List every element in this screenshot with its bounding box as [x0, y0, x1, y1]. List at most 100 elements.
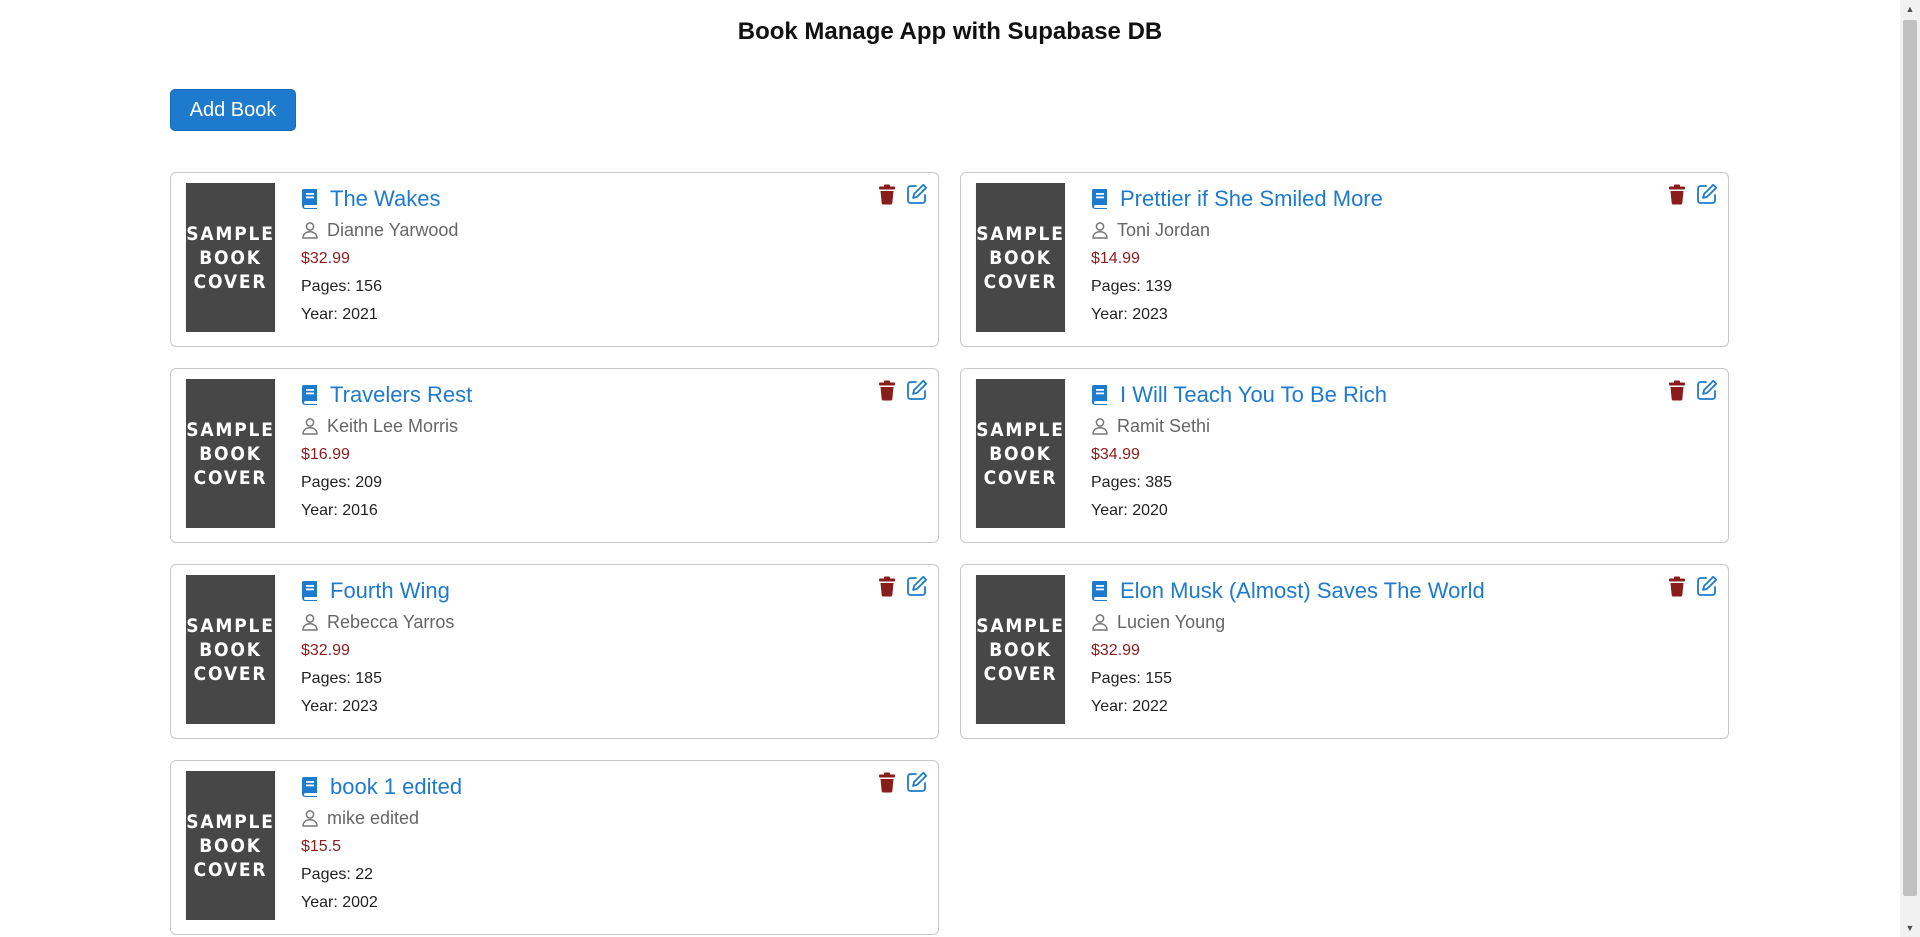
book-info: Fourth Wing Rebecca Yarros $32.99 Pages:… — [301, 575, 928, 721]
book-year: Year: 2002 — [301, 889, 928, 917]
edit-icon[interactable] — [1696, 575, 1718, 597]
book-pages: Pages: 385 — [1091, 469, 1718, 497]
book-info: Elon Musk (Almost) Saves The World Lucie… — [1091, 575, 1718, 721]
book-info: The Wakes Dianne Yarwood $32.99 Pages: 1… — [301, 183, 928, 329]
book-card: SAMPLE BOOK COVER book 1 edited mike edi… — [170, 760, 939, 935]
book-year: Year: 2021 — [301, 301, 928, 329]
person-icon — [1092, 418, 1108, 435]
book-cover-image: SAMPLE BOOK COVER — [975, 575, 1066, 724]
year-value: 2021 — [342, 306, 378, 323]
book-title-link[interactable]: Prettier if She Smiled More — [1120, 186, 1383, 212]
book-author-row: Keith Lee Morris — [301, 411, 928, 441]
book-card: SAMPLE BOOK COVER The Wakes Dianne Yarwo… — [170, 172, 939, 347]
card-actions — [1666, 379, 1718, 401]
trash-icon[interactable] — [876, 379, 898, 401]
book-author-row: Dianne Yarwood — [301, 215, 928, 245]
pages-value: 155 — [1145, 670, 1172, 687]
book-price: $34.99 — [1091, 446, 1140, 463]
cover-text-line: SAMPLE — [976, 614, 1065, 637]
trash-icon[interactable] — [1666, 379, 1688, 401]
edit-icon[interactable] — [1696, 379, 1718, 401]
person-icon — [302, 810, 318, 827]
book-pages: Pages: 155 — [1091, 665, 1718, 693]
scrollbar-thumb[interactable] — [1903, 20, 1917, 896]
cover-text-line: BOOK — [989, 638, 1052, 661]
pages-value: 22 — [355, 866, 374, 883]
trash-icon[interactable] — [1666, 575, 1688, 597]
book-title-row: Travelers Rest — [301, 379, 928, 411]
book-title-row: Prettier if She Smiled More — [1091, 183, 1718, 215]
book-card: SAMPLE BOOK COVER I Will Teach You To Be… — [960, 368, 1729, 543]
book-icon — [1092, 189, 1107, 209]
book-cover-image: SAMPLE BOOK COVER — [185, 183, 276, 332]
scroll-down-arrow-icon[interactable]: ▼ — [1900, 919, 1920, 937]
year-label: Year: — [301, 306, 343, 323]
book-pages: Pages: 185 — [301, 665, 928, 693]
year-label: Year: — [301, 502, 343, 519]
book-icon — [302, 189, 317, 209]
book-pages: Pages: 156 — [301, 273, 928, 301]
edit-icon[interactable] — [906, 183, 928, 205]
person-icon — [1092, 222, 1108, 239]
pages-label: Pages: — [301, 866, 356, 883]
book-price: $32.99 — [301, 250, 350, 267]
edit-icon[interactable] — [1696, 183, 1718, 205]
card-actions — [876, 183, 928, 205]
book-author-row: Ramit Sethi — [1091, 411, 1718, 441]
pages-value: 156 — [355, 278, 382, 295]
book-card: SAMPLE BOOK COVER Travelers Rest Keith L… — [170, 368, 939, 543]
trash-icon[interactable] — [1666, 183, 1688, 205]
book-title-row: I Will Teach You To Be Rich — [1091, 379, 1718, 411]
card-actions — [876, 575, 928, 597]
trash-icon[interactable] — [876, 575, 898, 597]
cover-text-line: COVER — [193, 662, 268, 685]
book-title-link[interactable]: book 1 edited — [330, 774, 462, 800]
year-label: Year: — [1091, 306, 1133, 323]
book-price: $14.99 — [1091, 250, 1140, 267]
book-author: Lucien Young — [1117, 611, 1226, 632]
book-title-link[interactable]: Fourth Wing — [330, 578, 450, 604]
book-author-row: Rebecca Yarros — [301, 607, 928, 637]
book-title-row: Fourth Wing — [301, 575, 928, 607]
edit-icon[interactable] — [906, 379, 928, 401]
book-title-link[interactable]: Travelers Rest — [330, 382, 472, 408]
page-title: Book Manage App with Supabase DB — [737, 18, 1163, 45]
book-title-link[interactable]: Elon Musk (Almost) Saves The World — [1120, 578, 1485, 604]
cover-text-line: BOOK — [199, 834, 262, 857]
year-label: Year: — [1091, 698, 1133, 715]
book-title-row: The Wakes — [301, 183, 928, 215]
add-book-button[interactable]: Add Book — [170, 89, 296, 131]
pages-label: Pages: — [1091, 278, 1146, 295]
cover-text-line: COVER — [983, 466, 1058, 489]
pages-label: Pages: — [301, 278, 356, 295]
book-author: Ramit Sethi — [1117, 415, 1211, 436]
book-icon — [1092, 385, 1107, 405]
person-icon — [1092, 614, 1108, 631]
edit-icon[interactable] — [906, 575, 928, 597]
pages-label: Pages: — [301, 670, 356, 687]
person-icon — [302, 418, 318, 435]
book-price: $16.99 — [301, 446, 350, 463]
book-author-row: mike edited — [301, 803, 928, 833]
vertical-scrollbar[interactable]: ▲ ▼ — [1900, 0, 1920, 937]
year-label: Year: — [1091, 502, 1133, 519]
trash-icon[interactable] — [876, 183, 898, 205]
cover-text-line: SAMPLE — [976, 418, 1065, 441]
book-title-link[interactable]: I Will Teach You To Be Rich — [1120, 382, 1387, 408]
card-actions — [876, 771, 928, 793]
book-author: Dianne Yarwood — [327, 219, 459, 240]
scroll-up-arrow-icon[interactable]: ▲ — [1900, 0, 1920, 18]
edit-icon[interactable] — [906, 771, 928, 793]
book-pages: Pages: 209 — [301, 469, 928, 497]
book-title-row: Elon Musk (Almost) Saves The World — [1091, 575, 1718, 607]
book-title-row: book 1 edited — [301, 771, 928, 803]
pages-label: Pages: — [1091, 474, 1146, 491]
cover-text-line: BOOK — [199, 638, 262, 661]
book-title-link[interactable]: The Wakes — [330, 186, 440, 212]
trash-icon[interactable] — [876, 771, 898, 793]
person-icon — [302, 222, 318, 239]
book-pages: Pages: 139 — [1091, 273, 1718, 301]
year-label: Year: — [301, 894, 343, 911]
book-icon — [1092, 581, 1107, 601]
book-info: Travelers Rest Keith Lee Morris $16.99 P… — [301, 379, 928, 525]
